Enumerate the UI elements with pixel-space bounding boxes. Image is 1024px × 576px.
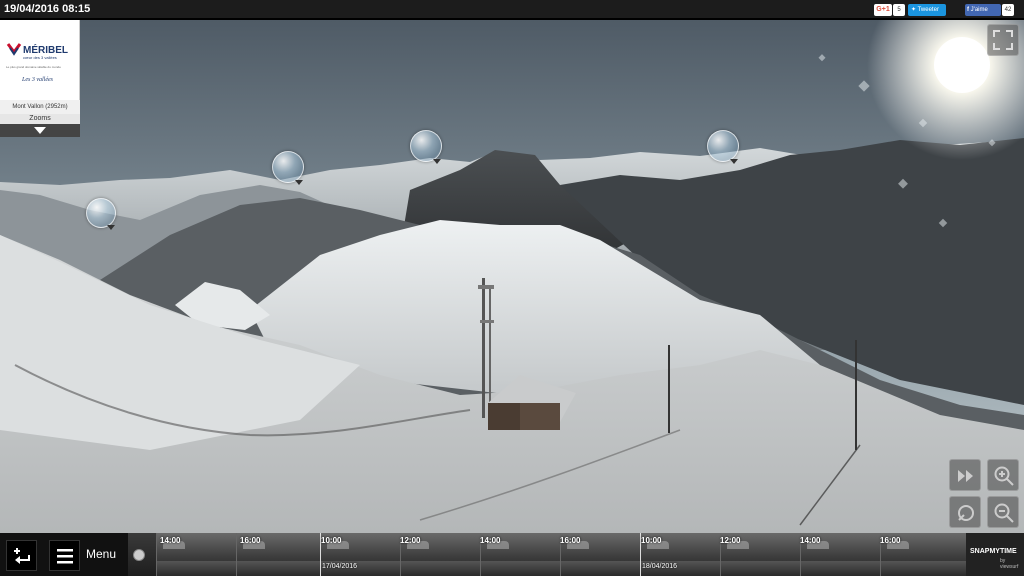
facebook-count: 42 xyxy=(1002,4,1014,16)
twitter-button[interactable]: ✦ Tweeter xyxy=(908,4,946,16)
timeline-time-label: 16:00 xyxy=(560,536,581,545)
capture-datetime: 19/04/2016 08:15 xyxy=(4,3,91,15)
snapmytime-sub: by viewsurf xyxy=(1000,558,1019,570)
zoom-out-icon xyxy=(994,503,1014,523)
webcam-panorama[interactable] xyxy=(0,20,1024,533)
logo-tagline: cœur des 3 vallées xyxy=(23,55,57,60)
twitter-label: Tweeter xyxy=(917,7,939,13)
camera-location: Mont Vallon (2952m) xyxy=(0,100,80,114)
timeline-time-label: 16:00 xyxy=(240,536,261,545)
timeline-time-label: 14:00 xyxy=(800,536,821,545)
zooms-label: Zooms xyxy=(0,114,80,124)
zoom-out-button[interactable] xyxy=(987,496,1019,528)
timeline-time-label: 12:00 xyxy=(720,536,741,545)
zoom-in-icon xyxy=(994,466,1014,486)
google-plus-count: 5 xyxy=(893,4,905,16)
fullscreen-icon xyxy=(993,30,1013,50)
timeline-day-label: 17/04/2016 xyxy=(322,563,358,570)
resort-logo-panel: MÉRIBEL cœur des 3 vallées Le plus grand… xyxy=(0,20,80,137)
rotate-button[interactable] xyxy=(949,496,981,528)
partner-logo: Les 3 vallées xyxy=(21,77,54,83)
timeline-time-label: 16:00 xyxy=(880,536,901,545)
fast-forward-icon xyxy=(958,470,973,482)
meribel-logo: MÉRIBEL cœur des 3 vallées Le plus grand… xyxy=(6,43,68,83)
bottom-bar: Menu 14:00 16:00 10:00 12:00 14:00 16:00… xyxy=(0,533,1024,576)
zooms-toggle-button[interactable] xyxy=(0,124,80,137)
chevron-down-icon xyxy=(34,127,46,134)
share-arrow-icon xyxy=(14,548,30,564)
zoom-point-bubble[interactable] xyxy=(86,198,116,230)
fullscreen-button[interactable] xyxy=(987,24,1019,56)
menu-label[interactable]: Menu xyxy=(86,547,116,561)
facebook-like-label: J'aime xyxy=(970,7,988,13)
top-bar: 19/04/2016 08:15 G+1 5 ✦ Tweeter f J'aim… xyxy=(0,0,1024,19)
twitter-icon: ✦ xyxy=(911,7,917,13)
menu-button[interactable] xyxy=(49,540,80,571)
panorama-image xyxy=(0,20,1024,533)
snapmytime-logo[interactable]: SNAPMYTIME by viewsurf xyxy=(966,533,1024,576)
timeline-day-label: 18/04/2016 xyxy=(642,563,678,570)
share-return-button[interactable] xyxy=(6,540,37,571)
timeline-time-label: 14:00 xyxy=(480,536,501,545)
zoom-point-bubble[interactable] xyxy=(272,151,304,185)
facebook-icon: f xyxy=(967,7,969,13)
hamburger-icon xyxy=(57,549,73,564)
timeline-time-label: 14:00 xyxy=(160,536,181,545)
timeline-time-label: 10:00 xyxy=(641,536,662,545)
zoom-point-bubble[interactable] xyxy=(707,130,739,164)
fast-forward-button[interactable] xyxy=(949,459,981,491)
logo-subtagline: Le plus grand domaine skiable du monde xyxy=(6,65,61,69)
rotate-icon xyxy=(958,505,974,521)
timeline-time-label: 10:00 xyxy=(321,536,342,545)
zoom-point-bubble[interactable] xyxy=(410,130,442,164)
timeline-strip[interactable]: 14:00 16:00 10:00 12:00 14:00 16:00 10:0… xyxy=(128,533,966,576)
snapmytime-brand: SNAPMYTIME xyxy=(970,548,1017,555)
zoom-in-button[interactable] xyxy=(987,459,1019,491)
google-plus-button[interactable]: G+1 xyxy=(874,4,892,16)
timeline-time-label: 12:00 xyxy=(400,536,421,545)
facebook-like-button[interactable]: f J'aime xyxy=(965,4,1001,16)
play-icon[interactable] xyxy=(133,549,145,561)
